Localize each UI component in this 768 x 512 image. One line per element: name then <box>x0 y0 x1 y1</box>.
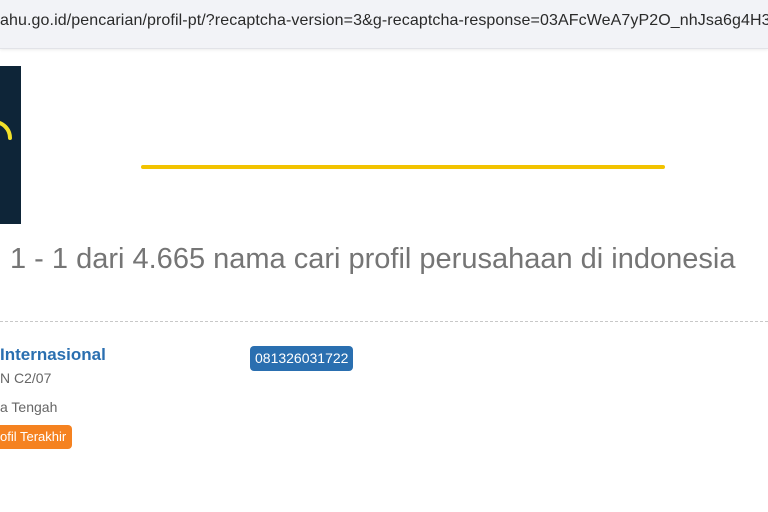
header-accent-line <box>141 165 665 169</box>
phone-badge[interactable]: 081326031722 <box>250 346 354 371</box>
company-address-line2: a Tengah <box>0 399 58 415</box>
url-text[interactable]: ahu.go.id/pencarian/profil-pt/?recaptcha… <box>0 12 768 30</box>
results-summary: 1 - 1 dari 4.665 nama cari profil perusa… <box>10 243 736 275</box>
address-bar[interactable]: ahu.go.id/pencarian/profil-pt/?recaptcha… <box>0 0 768 49</box>
company-address-line1: N C2/07 <box>0 370 52 386</box>
company-name-link[interactable]: Internasional <box>0 345 106 365</box>
logo-arc-icon <box>0 121 12 140</box>
profile-badge[interactable]: ofil Terakhir <box>0 425 73 449</box>
logo-banner <box>0 66 21 224</box>
divider <box>0 321 768 322</box>
